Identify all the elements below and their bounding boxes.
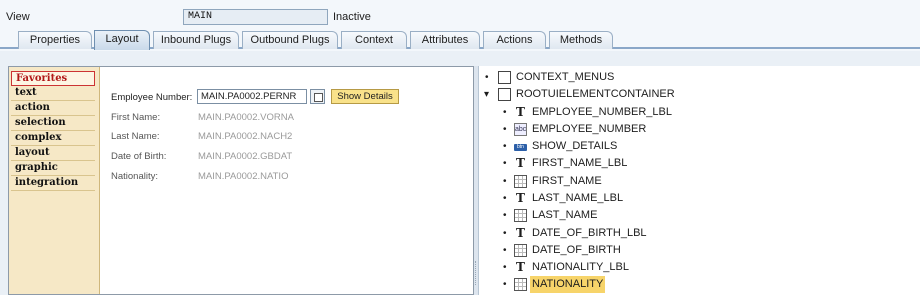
grid-icon (514, 244, 527, 257)
date-of-birth-label: Date of Birth: (111, 151, 167, 162)
view-status: Inactive (333, 11, 371, 23)
tab-properties[interactable]: Properties (18, 31, 92, 49)
tree-node-employee-number-lbl[interactable]: • T EMPLOYEE_NUMBER_LBL (479, 104, 920, 121)
bullet-icon: • (503, 176, 507, 187)
tree-node-label: EMPLOYEE_NUMBER_LBL (532, 106, 672, 118)
last-name-label: Last Name: (111, 131, 160, 142)
tab-outbound-plugs[interactable]: Outbound Plugs (242, 31, 338, 49)
palette-complex[interactable]: complex (11, 131, 95, 146)
view-label: View (6, 11, 30, 23)
tab-inbound-plugs[interactable]: Inbound Plugs (153, 31, 239, 49)
tab-attributes[interactable]: Attributes (410, 31, 480, 49)
palette-layout[interactable]: layout (11, 146, 95, 161)
tree-node-nationality[interactable]: • NATIONALITY (479, 276, 920, 293)
employee-number-input[interactable]: MAIN.PA0002.PERNR (197, 89, 307, 104)
box-icon (498, 88, 511, 101)
bullet-icon: • (503, 124, 507, 135)
tree-node-context-menus[interactable]: • CONTEXT_MENUS (479, 69, 920, 86)
bullet-icon: • (485, 72, 489, 83)
tree-node-first-name-lbl[interactable]: • T FIRST_NAME_LBL (479, 155, 920, 172)
tree-node-employee-number[interactable]: • abc EMPLOYEE_NUMBER (479, 121, 920, 138)
bullet-icon: • (503, 193, 507, 204)
palette-graphic[interactable]: graphic (11, 161, 95, 176)
tree-node-label: NATIONALITY_LBL (532, 261, 629, 273)
tab-strip: Properties Layout Inbound Plugs Outbound… (0, 29, 920, 50)
tree-node-last-name-lbl[interactable]: • T LAST_NAME_LBL (479, 190, 920, 207)
view-header: View MAIN Inactive (0, 0, 920, 26)
bullet-icon: • (503, 158, 507, 169)
tab-context[interactable]: Context (341, 31, 407, 49)
last-name-value[interactable]: MAIN.PA0002.NACH2 (198, 131, 292, 142)
palette-text[interactable]: text (11, 86, 95, 101)
tab-methods[interactable]: Methods (549, 31, 613, 49)
palette-favorites[interactable]: Favorites (11, 71, 95, 86)
bullet-icon: • (503, 141, 507, 152)
tree-node-label: NATIONALITY (530, 276, 606, 293)
tree-node-label: CONTEXT_MENUS (516, 71, 615, 83)
bullet-icon: • (503, 262, 507, 273)
tree-node-rootuielementcontainer[interactable]: ▾ ROOTUIELEMENTCONTAINER (479, 86, 920, 103)
label-icon: T (516, 260, 525, 274)
tree-node-label: FIRST_NAME_LBL (532, 157, 628, 169)
tree-node-first-name[interactable]: • FIRST_NAME (479, 173, 920, 190)
layout-editor: Favorites text action selection complex … (0, 51, 920, 295)
bullet-icon: • (503, 245, 507, 256)
bullet-icon: • (503, 228, 507, 239)
palette-selection[interactable]: selection (11, 116, 95, 131)
nationality-label: Nationality: (111, 171, 158, 182)
tree-node-label: LAST_NAME_LBL (532, 192, 624, 204)
ui-element-palette: Favorites text action selection complex … (9, 67, 100, 294)
first-name-label: First Name: (111, 112, 161, 123)
value-help-icon[interactable] (310, 89, 325, 104)
label-icon: T (516, 105, 525, 119)
tree-node-label: EMPLOYEE_NUMBER (532, 123, 647, 135)
tree-node-label: SHOW_DETAILS (532, 140, 618, 152)
tree-node-show-details[interactable]: • btn SHOW_DETAILS (479, 138, 920, 155)
date-of-birth-value[interactable]: MAIN.PA0002.GBDAT (198, 151, 292, 162)
nationality-value[interactable]: MAIN.PA0002.NATIO (198, 171, 288, 182)
grid-icon (514, 209, 527, 222)
tree-node-last-name[interactable]: • LAST_NAME (479, 207, 920, 224)
palette-integration[interactable]: integration (11, 176, 95, 191)
show-details-button[interactable]: Show Details (331, 89, 399, 104)
tree-node-label: ROOTUIELEMENTCONTAINER (516, 88, 675, 100)
bullet-icon: • (503, 107, 507, 118)
design-pane: Favorites text action selection complex … (8, 66, 474, 295)
tree-node-date-of-birth-lbl[interactable]: • T DATE_OF_BIRTH_LBL (479, 225, 920, 242)
box-icon (498, 71, 511, 84)
input-field-icon: abc (514, 123, 527, 136)
grid-icon (514, 175, 527, 188)
tree-node-date-of-birth[interactable]: • DATE_OF_BIRTH (479, 242, 920, 259)
label-icon: T (516, 156, 525, 170)
employee-number-label: Employee Number: (111, 92, 193, 103)
grid-icon (514, 278, 527, 291)
tree-node-label: FIRST_NAME (532, 175, 602, 187)
view-name-field[interactable]: MAIN (183, 9, 328, 25)
bullet-icon: • (503, 210, 507, 221)
button-icon: btn (514, 144, 527, 151)
palette-action[interactable]: action (11, 101, 95, 116)
layout-canvas[interactable]: Employee Number: MAIN.PA0002.PERNR Show … (101, 67, 473, 294)
tab-actions[interactable]: Actions (483, 31, 546, 49)
label-icon: T (516, 191, 525, 205)
label-icon: T (516, 226, 525, 240)
tab-layout[interactable]: Layout (94, 30, 150, 50)
tree-node-label: DATE_OF_BIRTH_LBL (532, 227, 647, 239)
expand-icon[interactable]: ▾ (484, 86, 489, 103)
tree-node-label: LAST_NAME (532, 209, 598, 221)
first-name-value[interactable]: MAIN.PA0002.VORNA (198, 112, 294, 123)
tree-node-nationality-lbl[interactable]: • T NATIONALITY_LBL (479, 259, 920, 276)
bullet-icon: • (503, 279, 507, 290)
tree-node-label: DATE_OF_BIRTH (532, 244, 621, 256)
element-tree: • CONTEXT_MENUS ▾ ROOTUIELEMENTCONTAINER… (478, 66, 920, 295)
